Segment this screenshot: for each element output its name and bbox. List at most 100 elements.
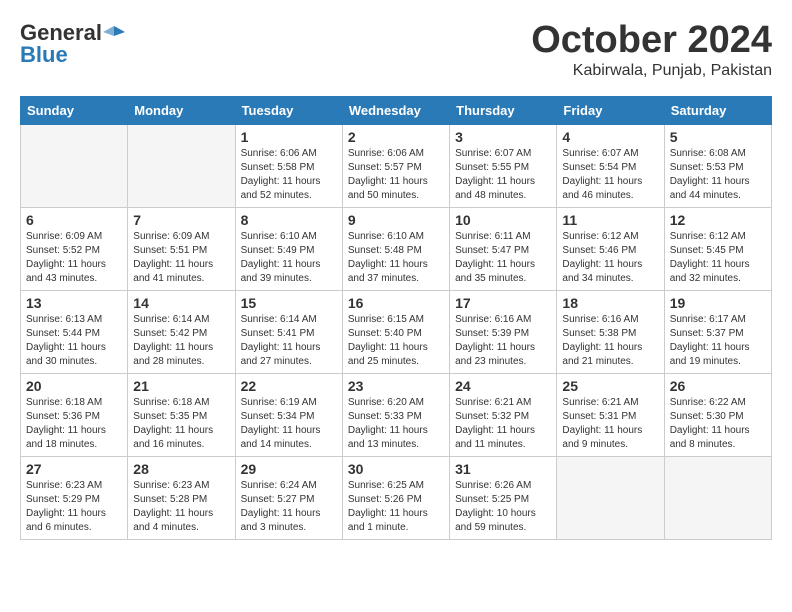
day-info: Sunrise: 6:10 AM Sunset: 5:48 PM Dayligh… (348, 230, 444, 286)
day-info: Sunrise: 6:07 AM Sunset: 5:54 PM Dayligh… (562, 147, 658, 203)
day-info: Sunrise: 6:14 AM Sunset: 5:41 PM Dayligh… (241, 313, 337, 369)
calendar-cell: 1Sunrise: 6:06 AM Sunset: 5:58 PM Daylig… (235, 124, 342, 207)
day-info: Sunrise: 6:08 AM Sunset: 5:53 PM Dayligh… (670, 147, 766, 203)
day-info: Sunrise: 6:12 AM Sunset: 5:45 PM Dayligh… (670, 230, 766, 286)
calendar-cell: 20 Sunrise: 6:18 AM Sunset: 5:36 PM Dayli… (21, 373, 128, 456)
day-number: 8 (241, 212, 337, 228)
day-number: 18 (562, 295, 658, 311)
day-info: Sunrise: 6:06 AM Sunset: 5:57 PM Dayligh… (348, 147, 444, 203)
day-info: Sunrise: 6:11 AM Sunset: 5:47 PM Dayligh… (455, 230, 551, 286)
calendar-cell: 16Sunrise: 6:15 AM Sunset: 5:40 PM Dayli… (342, 290, 449, 373)
calendar-cell: 26 Sunrise: 6:22 AM Sunset: 5:30 PM Dayli… (664, 373, 771, 456)
calendar-cell: 2 Sunrise: 6:06 AM Sunset: 5:57 PM Daylig… (342, 124, 449, 207)
calendar-cell: 9 Sunrise: 6:10 AM Sunset: 5:48 PM Daylig… (342, 207, 449, 290)
day-info: Sunrise: 6:26 AM Sunset: 5:25 PM Dayligh… (455, 479, 551, 535)
calendar-cell: 7 Sunrise: 6:09 AM Sunset: 5:51 PM Daylig… (128, 207, 235, 290)
day-number: 20 (26, 378, 122, 394)
day-number: 5 (670, 129, 766, 145)
day-number: 19 (670, 295, 766, 311)
col-header-sunday: Sunday (21, 96, 128, 124)
col-header-thursday: Thursday (450, 96, 557, 124)
title-area: October 2024 Kabirwala, Punjab, Pakistan (531, 20, 772, 80)
calendar-cell: 4 Sunrise: 6:07 AM Sunset: 5:54 PM Daylig… (557, 124, 664, 207)
col-header-saturday: Saturday (664, 96, 771, 124)
calendar-cell: 5 Sunrise: 6:08 AM Sunset: 5:53 PM Daylig… (664, 124, 771, 207)
calendar-cell: 25 Sunrise: 6:21 AM Sunset: 5:31 PM Dayli… (557, 373, 664, 456)
day-number: 17 (455, 295, 551, 311)
day-number: 22 (241, 378, 337, 394)
day-number: 12 (670, 212, 766, 228)
week-row-4: 27Sunrise: 6:23 AM Sunset: 5:29 PM Dayli… (21, 456, 772, 539)
calendar-cell (557, 456, 664, 539)
day-number: 23 (348, 378, 444, 394)
location: Kabirwala, Punjab, Pakistan (531, 62, 772, 80)
calendar-cell: 24 Sunrise: 6:21 AM Sunset: 5:32 PM Dayli… (450, 373, 557, 456)
day-number: 31 (455, 461, 551, 477)
calendar-cell: 23 Sunrise: 6:20 AM Sunset: 5:33 PM Dayli… (342, 373, 449, 456)
calendar-cell: 15Sunrise: 6:14 AM Sunset: 5:41 PM Dayli… (235, 290, 342, 373)
day-info: Sunrise: 6:19 AM Sunset: 5:34 PM Dayligh… (241, 396, 337, 452)
week-row-2: 13 Sunrise: 6:13 AM Sunset: 5:44 PM Dayli… (21, 290, 772, 373)
day-number: 1 (241, 129, 337, 145)
calendar-cell: 18Sunrise: 6:16 AM Sunset: 5:38 PM Dayli… (557, 290, 664, 373)
calendar-cell: 6Sunrise: 6:09 AM Sunset: 5:52 PM Daylig… (21, 207, 128, 290)
day-info: Sunrise: 6:21 AM Sunset: 5:32 PM Dayligh… (455, 396, 551, 452)
calendar-cell: 12 Sunrise: 6:12 AM Sunset: 5:45 PM Dayli… (664, 207, 771, 290)
day-info: Sunrise: 6:12 AM Sunset: 5:46 PM Dayligh… (562, 230, 658, 286)
logo-bird-icon (103, 22, 125, 44)
col-header-tuesday: Tuesday (235, 96, 342, 124)
logo-blue-text: Blue (20, 42, 68, 68)
calendar-cell: 22 Sunrise: 6:19 AM Sunset: 5:34 PM Dayli… (235, 373, 342, 456)
calendar-table: SundayMondayTuesdayWednesdayThursdayFrid… (20, 96, 772, 540)
calendar-cell: 13 Sunrise: 6:13 AM Sunset: 5:44 PM Dayli… (21, 290, 128, 373)
calendar-cell: 28 Sunrise: 6:23 AM Sunset: 5:28 PM Dayli… (128, 456, 235, 539)
day-number: 6 (26, 212, 122, 228)
week-row-3: 20 Sunrise: 6:18 AM Sunset: 5:36 PM Dayli… (21, 373, 772, 456)
day-number: 11 (562, 212, 658, 228)
day-number: 13 (26, 295, 122, 311)
calendar-cell: 31 Sunrise: 6:26 AM Sunset: 5:25 PM Dayli… (450, 456, 557, 539)
day-info: Sunrise: 6:15 AM Sunset: 5:40 PM Dayligh… (348, 313, 444, 369)
day-info: Sunrise: 6:10 AM Sunset: 5:49 PM Dayligh… (241, 230, 337, 286)
week-row-0: 1Sunrise: 6:06 AM Sunset: 5:58 PM Daylig… (21, 124, 772, 207)
day-number: 30 (348, 461, 444, 477)
day-number: 21 (133, 378, 229, 394)
col-header-monday: Monday (128, 96, 235, 124)
calendar-cell: 19 Sunrise: 6:17 AM Sunset: 5:37 PM Dayli… (664, 290, 771, 373)
day-info: Sunrise: 6:14 AM Sunset: 5:42 PM Dayligh… (133, 313, 229, 369)
calendar-cell: 14 Sunrise: 6:14 AM Sunset: 5:42 PM Dayli… (128, 290, 235, 373)
day-number: 26 (670, 378, 766, 394)
day-number: 14 (133, 295, 229, 311)
calendar-cell: 8 Sunrise: 6:10 AM Sunset: 5:49 PM Daylig… (235, 207, 342, 290)
calendar-cell: 17Sunrise: 6:16 AM Sunset: 5:39 PM Dayli… (450, 290, 557, 373)
day-info: Sunrise: 6:13 AM Sunset: 5:44 PM Dayligh… (26, 313, 122, 369)
day-info: Sunrise: 6:24 AM Sunset: 5:27 PM Dayligh… (241, 479, 337, 535)
day-info: Sunrise: 6:18 AM Sunset: 5:36 PM Dayligh… (26, 396, 122, 452)
day-number: 24 (455, 378, 551, 394)
calendar-cell: 29 Sunrise: 6:24 AM Sunset: 5:27 PM Dayli… (235, 456, 342, 539)
col-header-wednesday: Wednesday (342, 96, 449, 124)
day-number: 29 (241, 461, 337, 477)
logo: General Blue (20, 20, 125, 68)
calendar-cell (21, 124, 128, 207)
calendar-cell: 30Sunrise: 6:25 AM Sunset: 5:26 PM Dayli… (342, 456, 449, 539)
day-number: 3 (455, 129, 551, 145)
day-info: Sunrise: 6:18 AM Sunset: 5:35 PM Dayligh… (133, 396, 229, 452)
day-number: 9 (348, 212, 444, 228)
day-number: 7 (133, 212, 229, 228)
day-info: Sunrise: 6:20 AM Sunset: 5:33 PM Dayligh… (348, 396, 444, 452)
week-row-1: 6Sunrise: 6:09 AM Sunset: 5:52 PM Daylig… (21, 207, 772, 290)
calendar-cell (664, 456, 771, 539)
day-info: Sunrise: 6:17 AM Sunset: 5:37 PM Dayligh… (670, 313, 766, 369)
day-info: Sunrise: 6:22 AM Sunset: 5:30 PM Dayligh… (670, 396, 766, 452)
day-info: Sunrise: 6:09 AM Sunset: 5:51 PM Dayligh… (133, 230, 229, 286)
day-info: Sunrise: 6:23 AM Sunset: 5:29 PM Dayligh… (26, 479, 122, 535)
day-info: Sunrise: 6:23 AM Sunset: 5:28 PM Dayligh… (133, 479, 229, 535)
calendar-cell: 27Sunrise: 6:23 AM Sunset: 5:29 PM Dayli… (21, 456, 128, 539)
day-number: 28 (133, 461, 229, 477)
day-number: 4 (562, 129, 658, 145)
day-info: Sunrise: 6:21 AM Sunset: 5:31 PM Dayligh… (562, 396, 658, 452)
header-row: SundayMondayTuesdayWednesdayThursdayFrid… (21, 96, 772, 124)
day-number: 25 (562, 378, 658, 394)
day-number: 2 (348, 129, 444, 145)
